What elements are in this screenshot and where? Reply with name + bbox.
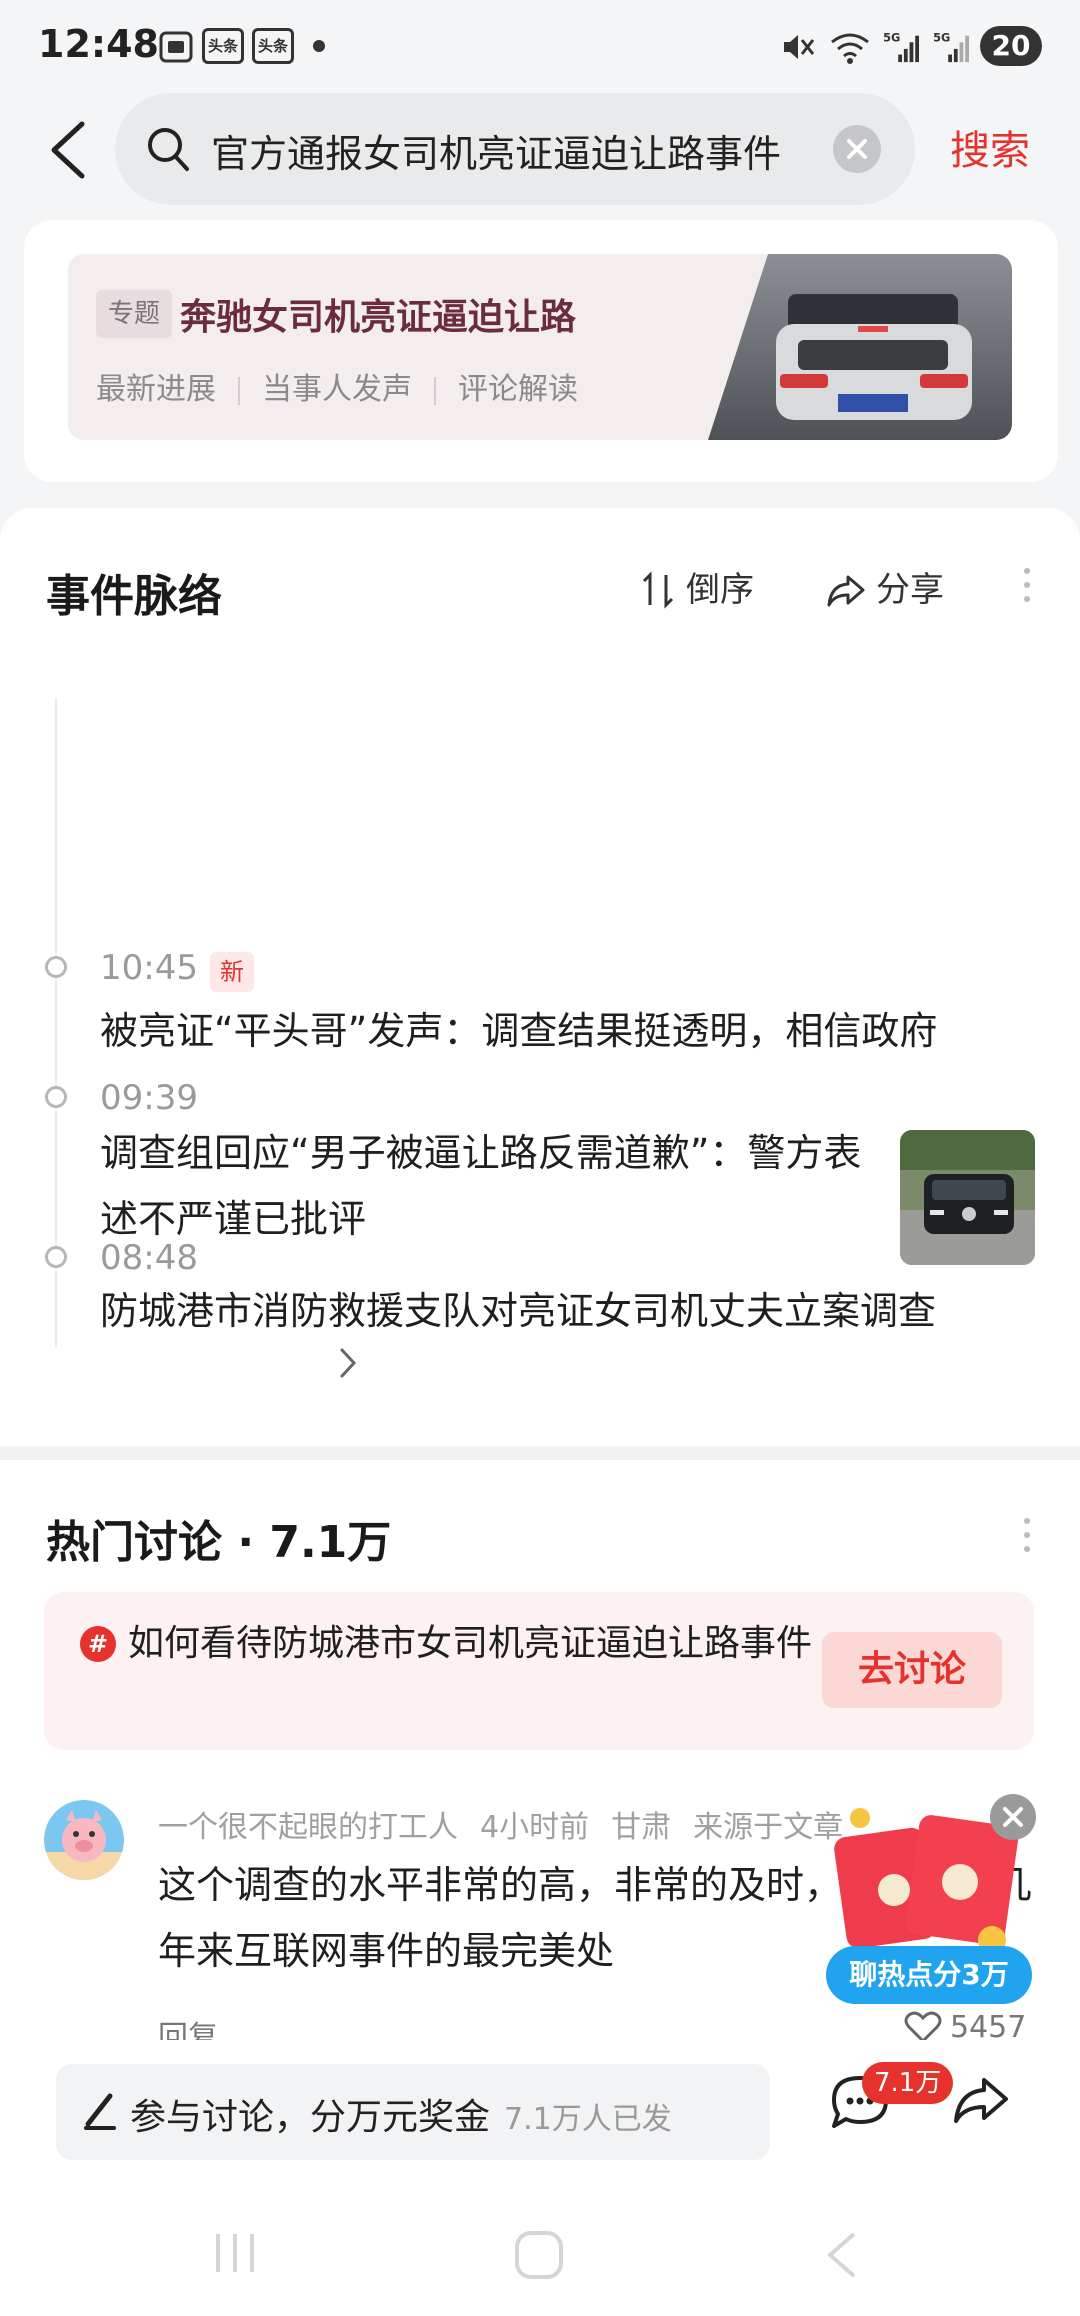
topic-link-commentary[interactable]: 评论解读 xyxy=(458,372,578,407)
clear-icon[interactable] xyxy=(833,125,881,173)
new-badge: 新 xyxy=(210,952,254,992)
topic-links: 最新进展 当事人发声 评论解读 xyxy=(96,364,578,408)
status-bar: 12:48 头条 头条 5G 5G 20 xyxy=(0,0,1080,90)
share-button[interactable]: 分享 xyxy=(826,562,944,611)
topic-card: 专题 奔驰女司机亮证逼迫让路 最新进展 当事人发声 评论解读 xyxy=(24,220,1058,482)
timeline-dot xyxy=(45,1246,67,1268)
sort-label: 倒序 xyxy=(686,570,754,610)
question-text: 如何看待防城港市女司机亮证逼迫让路事件 xyxy=(128,1623,813,1664)
comment-placeholder: 参与讨论，分万元奖金 xyxy=(130,2097,491,2138)
timeline-car-thumbnail[interactable] xyxy=(900,1130,1035,1265)
wifi-icon xyxy=(831,33,869,64)
sort-button[interactable]: 倒序 xyxy=(640,562,754,611)
share-icon[interactable] xyxy=(952,2074,1010,2126)
timeline-card: 事件脉络 倒序 分享 10:45 新 被亮证“平头哥”发声：调查结果挺透明，相信… xyxy=(0,508,1080,1446)
search-box[interactable]: 官方通报女司机亮证逼迫让路事件 xyxy=(115,93,915,205)
topic-banner[interactable]: 专题 奔驰女司机亮证逼迫让路 最新进展 当事人发声 评论解读 xyxy=(68,254,1012,440)
recent-apps-icon[interactable] xyxy=(210,2230,260,2276)
comment-count-badge: 7.1万 xyxy=(862,2062,954,2104)
screenshot-icon xyxy=(159,31,193,63)
close-icon[interactable] xyxy=(990,1794,1036,1840)
sort-icon xyxy=(642,571,674,609)
avatar[interactable] xyxy=(44,1800,124,1880)
timeline-item-text[interactable]: 防城港市消防救援支队对亮证女司机丈夫立案调查 xyxy=(100,1278,1020,1344)
back-icon[interactable] xyxy=(822,2230,862,2280)
discussion-question[interactable]: # 如何看待防城港市女司机亮证逼迫让路事件 去讨论 xyxy=(44,1592,1034,1750)
status-time: 12:48 xyxy=(38,22,159,66)
comment-user[interactable]: 一个很不起眼的打工人 xyxy=(158,1810,458,1845)
timeline-time: 08:48 xyxy=(100,1238,198,1278)
share-label: 分享 xyxy=(876,570,944,610)
timeline-dot xyxy=(45,1086,67,1108)
timeline-time: 10:45 xyxy=(100,948,198,988)
topic-link-progress[interactable]: 最新进展 xyxy=(96,372,216,407)
back-arrow-icon[interactable] xyxy=(44,118,94,182)
heart-icon xyxy=(904,2011,942,2044)
comment-time: 4小时前 xyxy=(480,1810,590,1845)
signal-5g-icon: 5G xyxy=(883,30,919,63)
chevron-right-icon[interactable] xyxy=(338,1346,358,1380)
more-options-icon[interactable] xyxy=(1024,568,1032,610)
search-button[interactable]: 搜索 xyxy=(950,118,1030,176)
system-nav-bar xyxy=(0,2186,1080,2316)
timeline-item-text[interactable]: 被亮证“平头哥”发声：调查结果挺透明，相信政府 xyxy=(100,998,1060,1064)
section-divider xyxy=(0,1446,1080,1460)
search-header: 官方通报女司机亮证逼迫让路事件 搜索 xyxy=(0,90,1080,210)
app-badge: 头条 xyxy=(252,28,294,64)
signal-5g-icon: 5G xyxy=(933,30,969,63)
discussion-title: 热门讨论 · 7.1万 xyxy=(46,1517,392,1568)
svg-text:5G: 5G xyxy=(933,30,950,44)
pen-icon xyxy=(84,2093,116,2130)
home-icon[interactable] xyxy=(512,2228,566,2282)
topic-title: 奔驰女司机亮证逼迫让路 xyxy=(180,297,577,338)
notification-dot xyxy=(313,40,325,52)
comment-meta: 一个很不起眼的打工人 4小时前 甘肃 来源于文章 xyxy=(158,1802,865,1846)
search-input[interactable]: 官方通报女司机亮证逼迫让路事件 xyxy=(211,123,781,178)
comment-location: 甘肃 xyxy=(611,1810,672,1845)
comment-input[interactable]: 参与讨论，分万元奖金 7.1万人已发 xyxy=(56,2064,770,2160)
more-options-icon[interactable] xyxy=(1024,1518,1032,1560)
timeline-time: 09:39 xyxy=(100,1078,198,1118)
join-discussion-button[interactable]: 去讨论 xyxy=(822,1632,1002,1708)
search-icon xyxy=(148,128,189,171)
comment-input-text: 参与讨论，分万元奖金 7.1万人已发 xyxy=(130,2088,672,2140)
topic-link-statement[interactable]: 当事人发声 xyxy=(262,372,412,407)
battery-level: 20 xyxy=(980,26,1042,66)
svg-text:5G: 5G xyxy=(883,30,900,44)
share-icon xyxy=(827,575,865,607)
participant-count: 7.1万人已发 xyxy=(504,2102,672,2137)
timeline-dot xyxy=(45,956,67,978)
bottom-action-bar: 参与讨论，分万元奖金 7.1万人已发 7.1万 xyxy=(0,2040,1080,2186)
timeline-title: 事件脉络 xyxy=(46,571,222,622)
app-badge: 头条 xyxy=(202,28,244,64)
timeline-item-text[interactable]: 调查组回应“男子被逼让路反需道歉”：警方表述不严谨已批评 xyxy=(100,1120,880,1252)
topic-car-image xyxy=(708,254,1012,440)
mute-icon xyxy=(784,35,815,59)
red-packet-label[interactable]: 聊热点分3万 xyxy=(826,1946,1032,2004)
topic-tag: 专题 xyxy=(96,290,173,338)
